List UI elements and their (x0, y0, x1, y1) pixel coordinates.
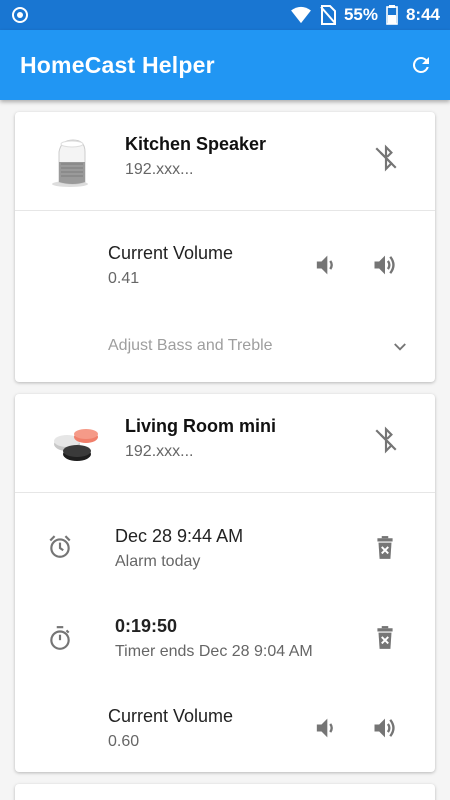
bluetooth-disabled-icon[interactable] (373, 425, 399, 455)
volume-value: 0.41 (108, 270, 140, 287)
google-home-speaker-image (52, 139, 88, 187)
no-sim-icon (320, 5, 336, 25)
status-bar: 55% 8:44 (0, 0, 450, 30)
bluetooth-disabled-icon[interactable] (373, 143, 399, 173)
device-header[interactable]: Kitchen Speaker 192.xxx... (15, 112, 435, 211)
timer-desc: Timer ends Dec 28 9:04 AM (115, 643, 313, 660)
alarm-icon (49, 535, 71, 558)
volume-down-icon[interactable] (311, 714, 339, 742)
device-ip: 192.xxx... (125, 443, 194, 460)
refresh-button[interactable] (406, 50, 436, 80)
app-title: HomeCast Helper (20, 52, 215, 78)
volume-label: Current Volume (108, 243, 234, 263)
delete-timer-icon[interactable] (372, 624, 398, 652)
wifi-icon (291, 6, 311, 24)
volume-label: Current Volume (108, 706, 234, 726)
device-header[interactable]: Living Room mini 192.xxx... (15, 394, 435, 493)
volume-up-icon[interactable] (371, 251, 399, 279)
alarm-time: Dec 28 9:44 AM (115, 526, 244, 546)
app-bar: HomeCast Helper (0, 30, 450, 100)
device-name: Living Room mini (125, 416, 276, 436)
volume-value: 0.60 (108, 733, 140, 750)
battery-icon (386, 5, 398, 25)
device-card-living-room-mini: Living Room mini 192.xxx... Dec 28 9:44 … (15, 394, 435, 772)
device-ip: 192.xxx... (125, 161, 194, 178)
timer-time: 0:19:50 (115, 616, 178, 636)
device-card-partial (15, 784, 435, 800)
alarm-desc: Alarm today (115, 553, 201, 570)
delete-alarm-icon[interactable] (372, 534, 398, 562)
device-card-kitchen-speaker: Kitchen Speaker 192.xxx... Current Volum… (15, 112, 435, 382)
notification-icon (12, 7, 28, 23)
volume-down-icon[interactable] (311, 251, 339, 279)
refresh-icon (412, 56, 429, 73)
chevron-down-icon[interactable] (391, 338, 409, 356)
status-right: 55% 8:44 (290, 5, 440, 25)
device-name: Kitchen Speaker (125, 134, 267, 154)
battery-percent: 55% (343, 5, 378, 24)
timer-icon (50, 626, 70, 650)
clock: 8:44 (405, 5, 440, 24)
google-home-mini-image (54, 429, 98, 461)
adjust-bass-treble[interactable]: Adjust Bass and Treble (108, 337, 273, 355)
volume-up-icon[interactable] (371, 714, 399, 742)
